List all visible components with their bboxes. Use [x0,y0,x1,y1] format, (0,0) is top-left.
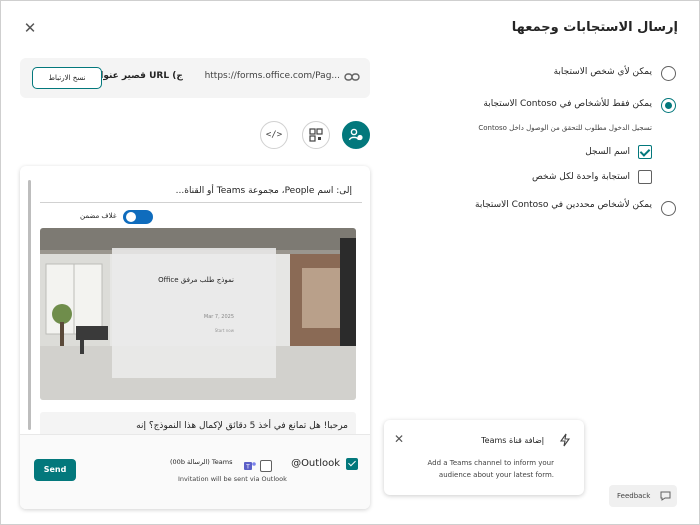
radio-specific[interactable] [661,201,676,216]
send-button[interactable]: Send [34,459,76,481]
qr-code-button[interactable] [302,121,330,149]
org-hint: تسجيل الدخول مطلوب للتحقق من الوصول داخل… [478,124,652,132]
form-preview-image: نموذج طلب مرفق Office Mar 7, 2025 Start … [40,228,356,400]
popup-title: إضافة قناة Teams [481,436,544,445]
popup-close-icon[interactable]: ✕ [394,432,404,446]
one-response-checkbox[interactable] [638,170,652,184]
record-name-label: اسم السجل [585,147,630,157]
option-org-label: يمكن فقط للأشخاص في Contoso الاستجابة [483,99,652,109]
feedback-label: Feedback [617,492,651,500]
popup-text-line-1: Add a Teams channel to inform your [427,459,554,467]
teams-checkbox[interactable] [260,460,272,472]
form-card-date: Mar 7, 2025 [203,314,234,320]
link-bar: قصير عنوان URL (ج https://forms.office.c… [20,58,370,98]
people-icon [348,128,363,141]
shorten-url-toggle[interactable]: قصير عنوان URL (ج [93,71,183,81]
embedded-cover-toggle[interactable] [123,210,153,224]
panel-footer: Send @Outlook T Teams (الرسالة 00b) Invi… [20,434,370,509]
teams-icon: T [244,462,256,471]
teams-channel-popup: إضافة قناة Teams ✕ Add a Teams channel t… [384,420,584,495]
form-cover-card: نموذج طلب مرفق Office Mar 7, 2025 Start … [112,248,276,378]
recipients-underline [40,202,362,203]
outlook-label: @Outlook [291,458,340,469]
teams-label: Teams (الرسالة 00b) [170,458,233,466]
copy-link-button[interactable]: نسخ الارتباط [32,67,102,89]
code-icon: </> [265,130,283,140]
invitation-via-text: Invitation will be sent via Outlook [178,475,287,483]
form-card-title: نموذج طلب مرفق Office [158,276,234,284]
message-text: مرحبا! هل تمانع في أخذ 5 دقائق لإكمال هذ… [136,421,348,431]
recipients-input[interactable]: إلى: اسم People، مجموعة Teams أو القناة.… [176,186,352,196]
dialog-title: إرسال الاستجابات وجمعها [511,20,678,35]
radio-org-only[interactable] [661,98,676,113]
record-name-checkbox[interactable] [638,145,652,159]
form-card-subtext: Start now [214,328,234,333]
link-url-row: قصير عنوان URL (ج https://forms.office.c… [93,71,340,81]
form-url[interactable]: https://forms.office.com/Pag... [205,71,340,81]
panel-scrollbar[interactable] [28,180,31,430]
embed-code-button[interactable]: </> [260,121,288,149]
feedback-icon [660,491,671,501]
embedded-cover-label: غلاف مضمن [80,212,117,220]
lightning-icon [559,433,571,447]
qr-code-icon [309,128,323,142]
popup-text-line-2: audience about your latest form. [438,471,554,479]
email-invite-panel: إلى: اسم People، مجموعة Teams أو القناة.… [20,166,370,509]
option-anyone-label: يمكن لأي شخص الاستجابة [553,67,652,77]
one-response-label: استجابة واحدة لكل شخص [532,172,630,182]
option-specific-label: يمكن لأشخاص محددين في Contoso الاستجابة [475,200,652,210]
radio-anyone[interactable] [661,66,676,81]
email-share-button[interactable] [342,121,370,149]
feedback-button[interactable]: Feedback [609,485,677,507]
close-icon[interactable]: ✕ [22,20,38,36]
outlook-checkbox[interactable] [346,458,358,470]
link-icon [344,73,360,81]
svg-text:T: T [245,464,250,471]
